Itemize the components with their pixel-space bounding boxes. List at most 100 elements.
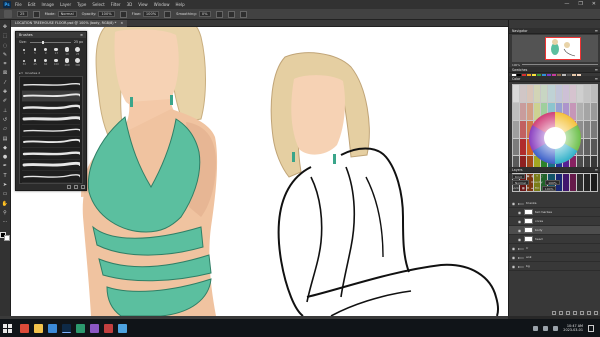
app8-icon[interactable] [118, 323, 127, 333]
maximize-button[interactable]: ❐ [578, 1, 582, 7]
menu-window[interactable]: Window [154, 2, 170, 7]
new-brush-group-icon[interactable] [67, 185, 71, 189]
taskbar-clock[interactable]: 10:47 AM 2023-03-01 [563, 324, 583, 332]
smoothing-field[interactable]: Smoothing: 0% [176, 11, 211, 17]
volume-icon[interactable] [553, 325, 559, 331]
menu-image[interactable]: Image [41, 2, 54, 7]
lock-all-icon[interactable]: 🔒︎ [531, 186, 533, 190]
layer-group-row[interactable]: ◉ ▸▭ lr [509, 244, 600, 253]
filter-type-icon[interactable]: T [536, 174, 538, 178]
brushes-panel-menu-icon[interactable]: ≡ [80, 33, 83, 37]
brush-stroke-item[interactable] [22, 160, 80, 171]
new-brush-icon[interactable] [74, 185, 78, 189]
brush-preset[interactable]: 60 [41, 58, 50, 67]
brush-size-slider[interactable] [29, 40, 72, 44]
delete-layer-icon[interactable] [594, 310, 598, 315]
filter-adjust-icon[interactable]: ◐ [531, 174, 534, 178]
blend-mode-dropdown[interactable]: Normal [512, 179, 529, 185]
color-grid-cell[interactable] [555, 85, 562, 102]
mode-dropdown[interactable]: Mode: Normal [45, 11, 77, 17]
healing-brush-tool-icon[interactable]: ✚ [2, 89, 9, 96]
layer-row[interactable]: ◉ body [509, 226, 600, 235]
visibility-eye-icon[interactable]: ◉ [517, 210, 522, 215]
close-tab-icon[interactable]: × [120, 21, 123, 25]
dodge-tool-icon[interactable]: ● [2, 154, 9, 161]
quick-select-tool-icon[interactable]: ✎ [2, 52, 9, 59]
type-tool-icon[interactable]: T [2, 173, 9, 180]
background-color-swatch[interactable] [4, 234, 10, 241]
marquee-tool-icon[interactable]: ⬚ [2, 33, 9, 40]
brush-preset[interactable]: 200 [63, 58, 72, 67]
tray-chevron-icon[interactable] [533, 325, 539, 331]
hand-tool-icon[interactable]: ✋ [2, 201, 9, 208]
move-tool-icon[interactable]: ✥ [2, 24, 9, 31]
brush-preset[interactable]: 45 [31, 58, 40, 67]
brush-preset[interactable]: 300 [73, 58, 82, 67]
smoothing-options-gear-icon[interactable] [215, 10, 223, 18]
brush-stroke-item[interactable] [22, 79, 80, 91]
brush-folder[interactable]: ▸▭ brushes 2 [19, 70, 83, 75]
color-wheel[interactable] [512, 109, 598, 167]
lasso-tool-icon[interactable]: ◌ [2, 43, 9, 50]
brush-stroke-item[interactable] [22, 125, 80, 137]
store-icon[interactable] [48, 323, 57, 333]
navigator-preview[interactable] [512, 35, 598, 62]
brush-preset[interactable]: 5 [31, 47, 40, 56]
brush-preset[interactable]: 100 [52, 58, 61, 67]
color-grid-cell[interactable] [520, 85, 527, 102]
lock-position-icon[interactable]: ✥ [527, 186, 530, 190]
layer-row[interactable]: ◉ tail marilea [509, 208, 600, 217]
visibility-eye-icon[interactable]: ◉ [511, 246, 516, 251]
menu-file[interactable]: File [15, 2, 22, 7]
brush-preset[interactable]: 25 [73, 47, 82, 56]
color-grid-cell[interactable] [534, 85, 541, 102]
link-layers-icon[interactable] [552, 310, 556, 315]
folder-icon[interactable]: ▸▭ [518, 246, 524, 251]
adjustment-layer-icon[interactable] [573, 310, 577, 315]
visibility-eye-icon[interactable]: ◉ [511, 264, 516, 269]
network-icon[interactable] [543, 325, 549, 331]
files-icon[interactable] [34, 323, 43, 333]
layers-menu-icon[interactable]: ≡ [595, 167, 598, 172]
menu-edit[interactable]: Edit [28, 2, 36, 7]
layer-row[interactable]: ◉ head [509, 235, 600, 244]
menu-3d[interactable]: 3D [127, 2, 133, 7]
new-group-icon[interactable] [580, 310, 584, 315]
swatches-menu-icon[interactable]: ≡ [595, 67, 598, 72]
windows-start-icon[interactable] [3, 323, 12, 333]
navigator-zoom-slider[interactable] [522, 64, 598, 65]
rectangle-tool-icon[interactable]: ▭ [2, 191, 9, 198]
pressure-size-toggle[interactable] [227, 10, 235, 18]
visibility-eye-icon[interactable]: ◉ [511, 201, 516, 206]
color-grid-cell[interactable] [548, 85, 555, 102]
color-grid-cell[interactable] [541, 85, 548, 102]
document-tab[interactable]: LOCATION TREEHOUSE FLOOR.psd @ 100% (bod… [11, 19, 128, 27]
menu-type[interactable]: Type [77, 2, 86, 7]
brush-stroke-item[interactable] [22, 171, 80, 183]
opacity-field[interactable]: Opacity: 100% [82, 11, 115, 17]
path-select-tool-icon[interactable]: ➤ [2, 182, 9, 189]
color-grid-cell[interactable] [576, 85, 583, 102]
color-grid-cell[interactable] [513, 85, 520, 102]
visibility-eye-icon[interactable]: ◉ [511, 255, 516, 260]
menu-filter[interactable]: Filter [111, 2, 121, 7]
eyedropper-tool-icon[interactable]: ⁄ [2, 80, 9, 87]
zoom-tool-icon[interactable]: ⚲ [2, 210, 9, 217]
layer-group-row[interactable]: ◉ ▸▭ trianka [509, 199, 600, 208]
brush-tool-icon[interactable]: ✐ [2, 98, 9, 105]
eraser-tool-icon[interactable]: ▱ [2, 126, 9, 133]
layer-group-row[interactable]: ◉ ▸▭ bg [509, 262, 600, 271]
close-window-button[interactable]: ✕ [592, 1, 596, 7]
folder-icon[interactable]: ▸▭ [518, 264, 524, 269]
gradient-tool-icon[interactable]: ▤ [2, 136, 9, 143]
clone-stamp-tool-icon[interactable]: ⊥ [2, 108, 9, 115]
brush-stroke-item[interactable] [22, 137, 80, 148]
more-tools-icon[interactable]: ⋯ [2, 219, 9, 226]
filter-image-icon[interactable]: ▣ [527, 174, 530, 178]
pressure-opacity-toggle[interactable] [119, 10, 127, 18]
fill-field[interactable]: 100% [541, 185, 557, 191]
folder-icon[interactable]: ▸▭ [518, 255, 524, 260]
color-header[interactable]: Color ≡ [509, 76, 600, 82]
symmetry-icon[interactable] [239, 10, 247, 18]
visibility-eye-icon[interactable]: ◉ [517, 219, 522, 224]
